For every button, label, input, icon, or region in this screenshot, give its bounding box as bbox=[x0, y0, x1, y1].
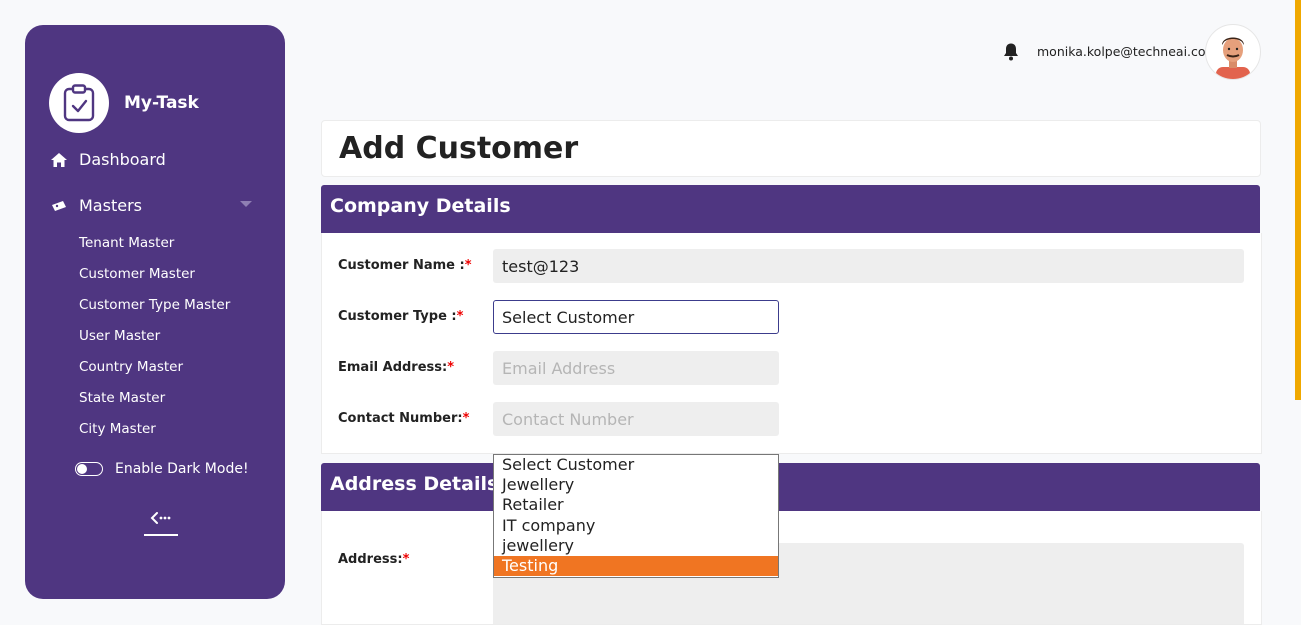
dropdown-option[interactable]: Select Customer bbox=[494, 455, 778, 475]
sidebar-subitem-country-master[interactable]: Country Master bbox=[79, 357, 230, 388]
address-label: Address:* bbox=[338, 552, 409, 567]
dropdown-option[interactable]: IT company bbox=[494, 516, 778, 536]
ticket-icon bbox=[50, 197, 68, 215]
email-input[interactable]: Email Address bbox=[493, 351, 779, 385]
sidebar-item-label: Dashboard bbox=[79, 150, 166, 169]
address-details-header: Address Details bbox=[321, 463, 1260, 511]
collapse-sidebar-button[interactable] bbox=[143, 509, 179, 536]
customer-name-input[interactable]: test@123 bbox=[493, 249, 1244, 283]
clipboard-check-icon bbox=[49, 73, 109, 133]
section-title: Company Details bbox=[330, 195, 511, 217]
required-mark: * bbox=[462, 411, 470, 426]
user-email[interactable]: monika.kolpe@techneai.com bbox=[1037, 44, 1218, 59]
label-text: Address: bbox=[338, 552, 403, 567]
customer-name-label: Customer Name :* bbox=[338, 258, 472, 273]
sidebar-subitem-state-master[interactable]: State Master bbox=[79, 388, 230, 419]
contact-number-input[interactable]: Contact Number bbox=[493, 402, 779, 436]
sidebar-subitem-customer-master[interactable]: Customer Master bbox=[79, 264, 230, 295]
toggle-switch[interactable] bbox=[75, 462, 103, 476]
label-text: Customer Type : bbox=[338, 309, 457, 324]
dropdown-option-highlighted[interactable]: Testing bbox=[494, 555, 778, 577]
sidebar-subitem-customer-type-master[interactable]: Customer Type Master bbox=[79, 295, 230, 326]
company-details-header: Company Details bbox=[321, 185, 1260, 233]
customer-type-dropdown[interactable]: Select Customer Jewellery Retailer IT co… bbox=[493, 454, 779, 578]
sidebar-subitem-user-master[interactable]: User Master bbox=[79, 326, 230, 357]
contact-label: Contact Number:* bbox=[338, 411, 469, 426]
avatar[interactable] bbox=[1205, 24, 1261, 80]
page-title: Add Customer bbox=[339, 131, 579, 166]
scrollbar[interactable] bbox=[1295, 0, 1301, 400]
sidebar: My-Task Dashboard Masters Tenant Master … bbox=[25, 25, 285, 599]
page-title-card: Add Customer bbox=[321, 120, 1261, 177]
chevron-down-icon[interactable] bbox=[240, 201, 252, 207]
brand-name: My-Task bbox=[124, 93, 199, 113]
label-text: Email Address: bbox=[338, 360, 448, 375]
customer-type-select[interactable]: Select Customer bbox=[493, 300, 779, 334]
required-mark: * bbox=[402, 552, 410, 567]
dark-mode-toggle[interactable]: Enable Dark Mode! bbox=[75, 461, 249, 477]
required-mark: * bbox=[464, 258, 472, 273]
arrow-left-icon bbox=[150, 512, 171, 524]
brand[interactable]: My-Task bbox=[49, 73, 199, 133]
sidebar-item-dashboard[interactable]: Dashboard bbox=[50, 150, 166, 169]
required-mark: * bbox=[456, 309, 464, 324]
label-text: Customer Name : bbox=[338, 258, 465, 273]
dark-mode-label: Enable Dark Mode! bbox=[115, 461, 249, 477]
customer-type-label: Customer Type :* bbox=[338, 309, 463, 324]
sidebar-item-masters[interactable]: Masters bbox=[50, 196, 142, 215]
dropdown-option[interactable]: jewellery bbox=[494, 536, 778, 556]
sidebar-subitem-tenant-master[interactable]: Tenant Master bbox=[79, 233, 230, 264]
masters-submenu: Tenant Master Customer Master Customer T… bbox=[79, 233, 230, 450]
required-mark: * bbox=[447, 360, 455, 375]
section-title: Address Details bbox=[330, 473, 499, 495]
dropdown-option[interactable]: Jewellery bbox=[494, 475, 778, 495]
email-label: Email Address:* bbox=[338, 360, 454, 375]
home-icon bbox=[50, 151, 68, 169]
sidebar-item-label: Masters bbox=[79, 196, 142, 215]
label-text: Contact Number: bbox=[338, 411, 463, 426]
sidebar-subitem-city-master[interactable]: City Master bbox=[79, 419, 230, 450]
dropdown-option[interactable]: Retailer bbox=[494, 495, 778, 515]
bell-icon[interactable] bbox=[1002, 42, 1020, 65]
